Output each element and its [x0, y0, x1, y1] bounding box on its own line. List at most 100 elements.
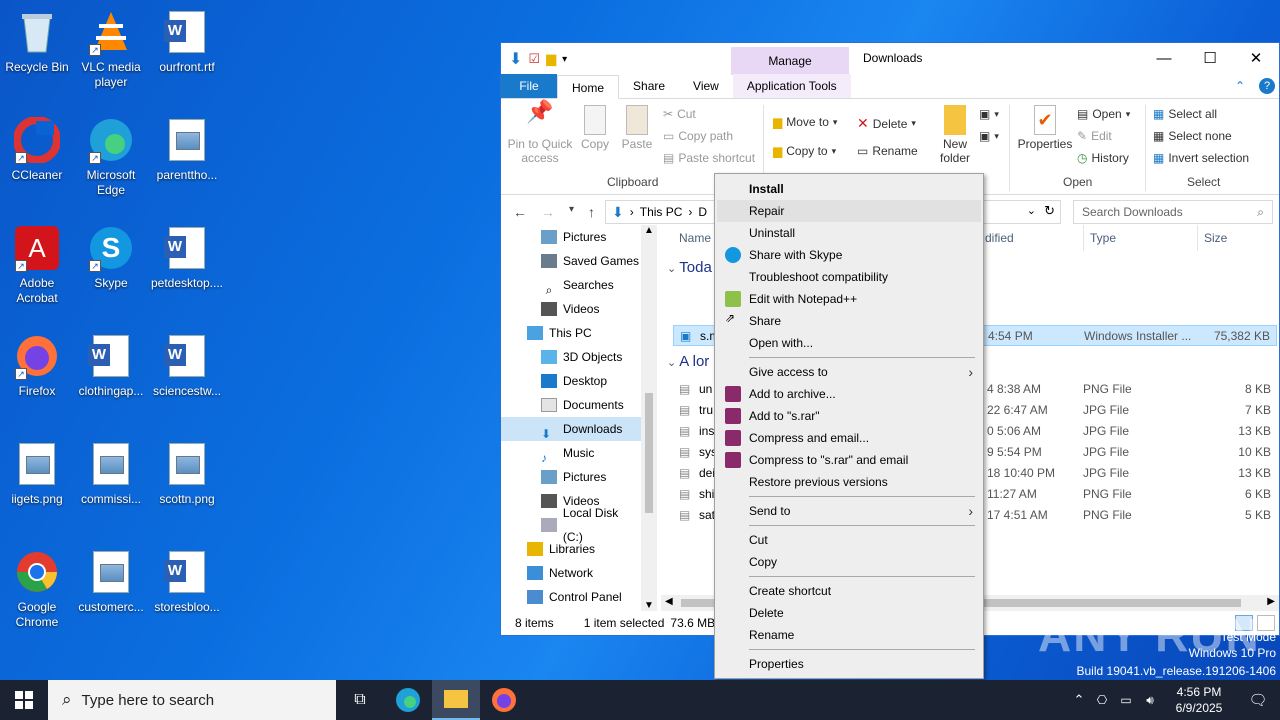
task-view-button[interactable]: ⧉	[336, 680, 384, 720]
nav-item-local-disk[interactable]: Local Disk (C:)	[501, 506, 641, 544]
new-folder-button[interactable]: New folder	[935, 105, 975, 165]
nav-item-saved-games[interactable]: Saved Games	[501, 249, 641, 273]
tab-application-tools[interactable]: Application Tools	[732, 74, 851, 98]
desktop-icon-parenttho[interactable]: parenttho...	[150, 116, 224, 183]
maximize-button[interactable]: ☐	[1187, 43, 1233, 73]
menu-item-share[interactable]: ⇗ Share	[717, 310, 981, 332]
desktop-icon-ourfront[interactable]: ourfront.rtf	[150, 8, 224, 75]
menu-item-edit-with-notepad[interactable]: Edit with Notepad++	[717, 288, 981, 310]
notification-icon[interactable]: 🗨︎	[1236, 691, 1280, 709]
copy-to-button[interactable]: ▆ Copy to ▾	[773, 144, 836, 158]
edit-button[interactable]: ✎ Edit	[1077, 129, 1112, 143]
menu-item-give-access-to[interactable]: Give access to ›	[717, 361, 981, 383]
chevron-up-icon[interactable]: ⌃	[1068, 692, 1090, 708]
up-arrow-icon[interactable]: ↑	[588, 204, 595, 220]
menu-item-send-to[interactable]: Send to ›	[717, 500, 981, 522]
nav-item-documents[interactable]: Documents	[501, 393, 641, 417]
chevron-right-icon[interactable]: ▶	[1267, 596, 1275, 607]
menu-item-open-with[interactable]: Open with...	[717, 332, 981, 354]
pin-to-quick-access-button[interactable]: 📌 Pin to Quick access	[507, 101, 573, 166]
desktop-icon-skype[interactable]: S ↗ Skype	[74, 224, 148, 291]
menu-item-install[interactable]: Install	[717, 178, 981, 200]
network-status-icon[interactable]: ⎔	[1090, 693, 1114, 707]
desktop-icon-recycle-bin[interactable]: Recycle Bin	[0, 8, 74, 75]
taskbar-edge-button[interactable]	[384, 680, 432, 720]
menu-item-delete[interactable]: Delete	[717, 602, 981, 624]
refresh-icon[interactable]: ↻	[1044, 203, 1055, 219]
menu-item-add-to-archive[interactable]: Add to archive...	[717, 383, 981, 405]
menu-item-create-shortcut[interactable]: Create shortcut	[717, 580, 981, 602]
desktop-icon-google-chrome[interactable]: Google Chrome	[0, 548, 74, 630]
group-header-long-ago[interactable]: ⌄ A lor	[667, 353, 709, 370]
new-item-button[interactable]: ▣ ▾	[979, 107, 999, 121]
breadcrumb-downloads[interactable]: D	[698, 205, 707, 219]
menu-item-rename[interactable]: Rename	[717, 624, 981, 646]
nav-item-desktop[interactable]: Desktop	[501, 369, 641, 393]
breadcrumb-this-pc[interactable]: This PC	[640, 205, 683, 219]
invert-selection-button[interactable]: ▦ Invert selection	[1153, 151, 1249, 165]
menu-item-troubleshoot-compatibility[interactable]: Troubleshoot compatibility	[717, 266, 981, 288]
move-to-button[interactable]: ▆ Move to ▾	[773, 115, 837, 129]
properties-button[interactable]: ✔ Properties	[1017, 105, 1073, 151]
tab-home[interactable]: Home	[557, 75, 620, 99]
rename-button[interactable]: ▭ Rename	[857, 144, 918, 158]
desktop-icon-customerc[interactable]: customerc...	[74, 548, 148, 615]
nav-item-pictures[interactable]: Pictures	[501, 225, 641, 249]
column-header-date-modified[interactable]: dified	[985, 225, 1014, 251]
open-button[interactable]: ▤ Open ▾	[1077, 107, 1130, 121]
menu-item-share-with-skype[interactable]: Share with Skype	[717, 244, 981, 266]
tab-share[interactable]: Share	[619, 74, 679, 98]
chevron-down-icon[interactable]: ▼	[644, 600, 654, 611]
tab-manage[interactable]: Manage	[731, 47, 849, 75]
desktop-icon-microsoft-edge[interactable]: ↗ Microsoft Edge	[74, 116, 148, 198]
desktop-icon-clothingap[interactable]: clothingap...	[74, 332, 148, 399]
menu-item-add-to-s-rar[interactable]: Add to "s.rar"	[717, 405, 981, 427]
taskbar-file-explorer-button[interactable]	[432, 680, 480, 720]
help-icon[interactable]: ?	[1259, 78, 1275, 94]
desktop-icon-adobe-acrobat[interactable]: A ↗ Adobe Acrobat	[0, 224, 74, 306]
taskbar-firefox-button[interactable]	[480, 680, 528, 720]
forward-arrow-icon[interactable]: →	[541, 204, 555, 220]
nav-item-downloads[interactable]: ⬇ Downloads	[501, 417, 641, 441]
desktop-icon-storesbloo[interactable]: storesbloo...	[150, 548, 224, 615]
nav-item-network[interactable]: Network	[501, 561, 641, 585]
copy-button[interactable]: Copy	[577, 105, 613, 151]
nav-item-this-pc[interactable]: This PC	[501, 321, 641, 345]
copy-path-button[interactable]: ▭ Copy path	[663, 129, 733, 143]
taskbar-search-input[interactable]: ⌕ Type here to search	[48, 680, 336, 720]
chevron-down-icon[interactable]: ⌄	[1027, 204, 1036, 217]
desktop-icon-commissi[interactable]: commissi...	[74, 440, 148, 507]
chevron-up-icon[interactable]: ⌃	[1235, 79, 1245, 93]
paste-shortcut-button[interactable]: ▤ Paste shortcut	[663, 151, 755, 165]
nav-item-music[interactable]: ♪ Music	[501, 441, 641, 465]
desktop-icon-scottn[interactable]: scottn.png	[150, 440, 224, 507]
delete-button[interactable]: ✕ Delete ▾	[857, 115, 916, 132]
folder-icon[interactable]: ▆	[546, 51, 556, 67]
desktop-icon-vlc[interactable]: ↗ VLC media player	[74, 8, 148, 90]
history-button[interactable]: ◷ History	[1077, 151, 1129, 165]
nav-item-videos[interactable]: Videos	[501, 297, 641, 321]
column-header-size[interactable]: Size	[1197, 225, 1227, 251]
cut-button[interactable]: ✂ Cut	[663, 107, 696, 121]
start-button[interactable]	[0, 680, 48, 720]
nav-scrollbar[interactable]: ▲ ▼	[641, 225, 657, 611]
ethernet-icon[interactable]: ▭	[1114, 693, 1138, 707]
chevron-up-icon[interactable]: ▲	[644, 225, 654, 236]
recent-locations-icon[interactable]: ▾	[569, 204, 574, 220]
desktop-icon-iigets[interactable]: iigets.png	[0, 440, 74, 507]
menu-item-copy[interactable]: Copy	[717, 551, 981, 573]
column-header-name[interactable]: Name	[679, 225, 711, 251]
menu-item-uninstall[interactable]: Uninstall	[717, 222, 981, 244]
select-all-button[interactable]: ▦ Select all	[1153, 107, 1217, 121]
tab-view[interactable]: View	[679, 74, 733, 98]
nav-item-3d-objects[interactable]: 3D Objects	[501, 345, 641, 369]
menu-item-compress-to-s-rar-and-email[interactable]: Compress to "s.rar" and email	[717, 449, 981, 471]
minimize-button[interactable]: —	[1141, 43, 1187, 73]
nav-item-pictures-2[interactable]: Pictures	[501, 465, 641, 489]
tab-file[interactable]: File	[501, 74, 557, 98]
paste-button[interactable]: Paste	[619, 105, 655, 151]
volume-icon[interactable]: 🔊︎	[1138, 693, 1162, 708]
back-arrow-icon[interactable]: ←	[513, 204, 527, 220]
clock[interactable]: 4:56 PM 6/9/2025	[1162, 684, 1236, 716]
menu-item-repair[interactable]: Repair	[717, 200, 981, 222]
